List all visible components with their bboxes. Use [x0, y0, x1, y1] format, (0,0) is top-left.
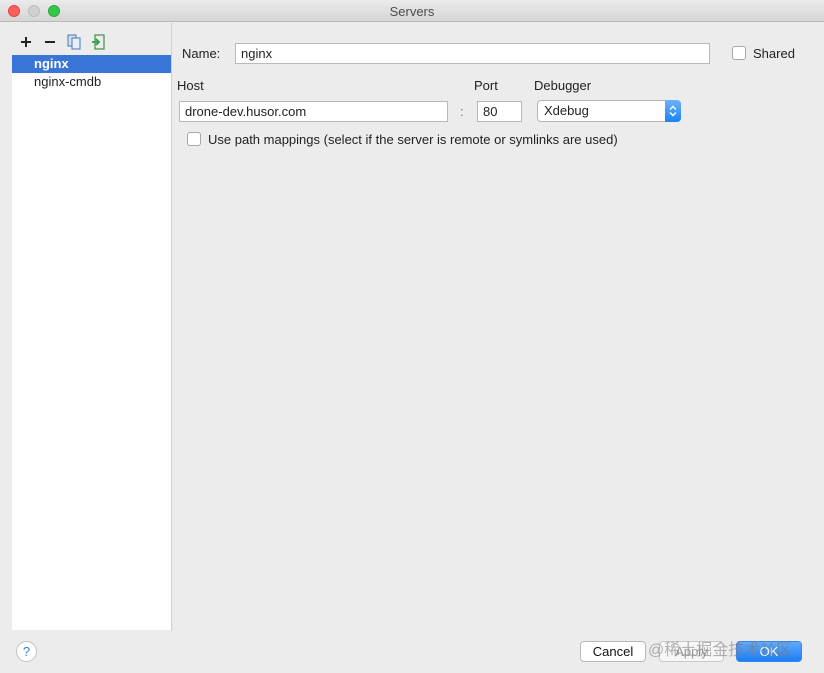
help-button[interactable]: ?: [16, 641, 37, 662]
splitter[interactable]: [171, 23, 172, 631]
remove-server-button[interactable]: [38, 33, 62, 51]
title-bar: Servers: [0, 0, 824, 22]
name-input[interactable]: [235, 43, 710, 64]
window-title: Servers: [389, 4, 435, 19]
minus-icon: [45, 41, 55, 43]
question-icon: ?: [22, 644, 31, 659]
debugger-label: Debugger: [534, 78, 592, 93]
cancel-button[interactable]: Cancel: [580, 641, 646, 662]
server-list-item-nginx-cmdb[interactable]: nginx-cmdb: [12, 73, 171, 91]
apply-button[interactable]: Apply: [659, 641, 724, 662]
port-label: Port: [474, 78, 498, 93]
import-icon: [92, 34, 105, 50]
host-label: Host: [177, 78, 204, 93]
path-mappings-label: Use path mappings (select if the server …: [208, 132, 618, 147]
name-label: Name:: [182, 46, 221, 61]
import-server-button[interactable]: [86, 33, 110, 51]
server-list-toolbar: [14, 33, 110, 51]
ok-button[interactable]: OK: [736, 641, 802, 662]
server-list: nginx nginx-cmdb: [12, 55, 171, 630]
copy-server-button[interactable]: [62, 33, 86, 51]
path-mappings-checkbox[interactable]: [187, 132, 201, 146]
plus-icon: [21, 37, 31, 47]
debugger-select[interactable]: Xdebug: [537, 100, 681, 122]
host-input[interactable]: [179, 101, 448, 122]
debugger-select-value: Xdebug: [544, 103, 589, 118]
server-list-item-nginx[interactable]: nginx: [12, 55, 171, 73]
shared-label: Shared: [753, 46, 795, 61]
updown-chevron-icon: [665, 100, 681, 122]
host-port-separator: :: [460, 104, 464, 119]
copy-icon: [67, 34, 81, 50]
add-server-button[interactable]: [14, 33, 38, 51]
port-input[interactable]: [477, 101, 522, 122]
shared-checkbox[interactable]: [732, 46, 746, 60]
